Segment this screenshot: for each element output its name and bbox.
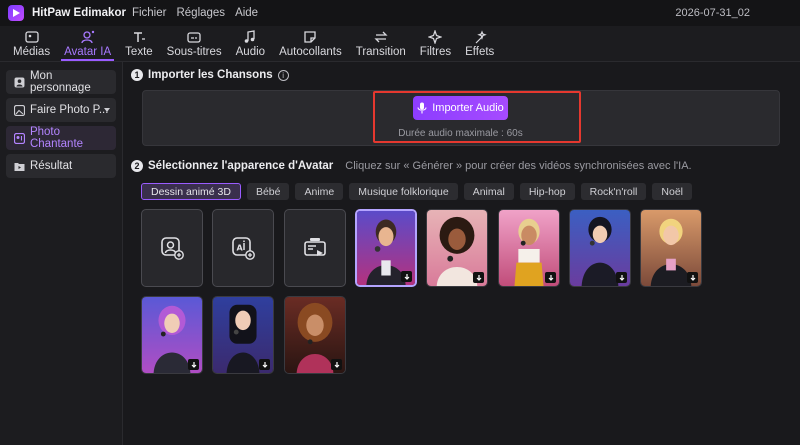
sidebar-item-label: Mon personnage [29,70,91,94]
audio-icon [245,30,255,43]
step1-header: 1 Importer les Chansons i [131,69,289,81]
max-duration-text: Durée audio maximale : 60s [398,128,523,139]
photo-icon [14,104,25,116]
download-icon[interactable] [331,359,342,370]
download-icon[interactable] [401,271,412,282]
person-icon [14,77,25,87]
download-icon[interactable] [188,359,199,370]
tab-medias-label: Médias [13,46,51,58]
tab-transition[interactable]: Transition [349,26,413,61]
transition-icon [374,31,388,43]
project-date: 2026-07-31_02 [675,7,750,19]
sidebar-item-label: Résultat [30,160,73,172]
menu-reglages[interactable]: Réglages [176,7,225,19]
step2-header: 2 Sélectionnez l'apparence d'Avatar Cliq… [131,160,692,172]
tab-texte[interactable]: Texte [118,26,160,61]
sidebar: Mon personnage Faire Photo P... Photo Ch… [0,62,123,445]
filter-musique-folklorique[interactable]: Musique folklorique [349,183,458,200]
ai-image-add-icon: A [232,237,255,260]
download-icon[interactable] [616,272,627,283]
menu-aide[interactable]: Aide [235,7,258,19]
download-icon[interactable] [545,272,556,283]
add-ai-image-tile[interactable]: A [212,209,274,287]
avatar-card[interactable] [141,296,203,374]
avatar-card[interactable] [426,209,488,287]
sidebar-item-mon-personnage[interactable]: Mon personnage [6,70,116,94]
info-icon[interactable]: i [277,69,289,81]
filter-dessin-anime-3d[interactable]: Dessin animé 3D [141,183,241,200]
avatar-card[interactable] [498,209,560,287]
app-name: HitPaw Edimakor [32,7,126,19]
chevron-down-icon[interactable] [104,108,110,112]
main-panel: 1 Importer les Chansons i Importer Audio… [124,62,800,445]
tab-sous-titres[interactable]: Sous-titres [160,26,229,61]
tab-autocollants[interactable]: Autocollants [272,26,349,61]
filter-noel[interactable]: Noël [652,183,692,200]
avatar-card[interactable] [569,209,631,287]
tab-medias[interactable]: Médias [6,26,57,61]
tab-filtres-label: Filtres [419,46,452,58]
singing-photo-icon [14,132,25,144]
tab-transition-label: Transition [355,46,406,58]
filter-anime[interactable]: Anime [295,183,344,200]
step1-number: 1 [131,69,143,81]
avatar-card[interactable] [212,296,274,374]
filters-icon [428,30,443,44]
import-audio-label: Importer Audio [432,102,504,114]
tab-audio[interactable]: Audio [229,26,272,61]
add-person-icon [161,237,184,260]
download-icon[interactable] [687,272,698,283]
avatar-ai-icon [80,30,94,44]
video-template-icon [304,238,326,256]
video-template-tile[interactable] [284,209,346,287]
avatar-card[interactable] [355,209,417,287]
download-icon[interactable] [473,272,484,283]
tab-texte-label: Texte [125,46,153,58]
app-logo-icon [8,5,24,21]
sidebar-item-faire-photo[interactable]: Faire Photo P... [6,98,116,122]
tab-effets[interactable]: Effets [458,26,501,61]
tab-filtres[interactable]: Filtres [413,26,458,61]
title-bar: HitPaw Edimakor Fichier Réglages Aide 20… [0,0,800,26]
stickers-icon [304,31,317,43]
folder-icon [14,162,25,171]
avatar-card[interactable] [640,209,702,287]
sidebar-item-resultat[interactable]: Résultat [6,154,116,178]
effects-icon [475,30,487,44]
sidebar-item-label: Faire Photo P... [30,104,109,116]
sidebar-item-label: Photo Chantante [29,126,84,150]
menu-fichier[interactable]: Fichier [132,7,167,19]
tab-avatar-ia-label: Avatar IA [64,46,112,58]
filter-bebe[interactable]: Bébé [246,183,290,200]
step2-number: 2 [131,160,143,172]
import-audio-button[interactable]: Importer Audio [413,96,508,120]
main-toolbar: Médias Avatar IA Texte Sous-titres Audio… [0,26,800,62]
microphone-icon [417,102,427,114]
svg-text:A: A [237,244,244,253]
filter-rock-n-roll[interactable]: Rock'n'roll [580,183,647,200]
step2-description: Cliquez sur « Générer » pour créer des v… [345,160,692,172]
filter-hip-hop[interactable]: Hip-hop [519,183,575,200]
step1-title: Importer les Chansons [148,69,273,81]
style-filter-bar: Dessin animé 3D Bébé Anime Musique folkl… [141,183,698,200]
filter-animal[interactable]: Animal [463,183,514,200]
tab-sous-titres-label: Sous-titres [166,46,222,58]
add-character-tile[interactable] [141,209,203,287]
download-icon[interactable] [259,359,270,370]
tab-avatar-ia[interactable]: Avatar IA [57,26,118,61]
subtitles-icon [187,32,201,43]
step2-title: Sélectionnez l'apparence d'Avatar [148,160,334,172]
tab-autocollants-label: Autocollants [279,46,342,58]
media-icon [24,31,39,43]
avatar-card[interactable] [284,296,346,374]
tab-effets-label: Effets [465,46,495,58]
text-icon [133,32,145,42]
sidebar-item-photo-chantante[interactable]: Photo Chantante [6,126,116,150]
tab-audio-label: Audio [235,46,266,58]
